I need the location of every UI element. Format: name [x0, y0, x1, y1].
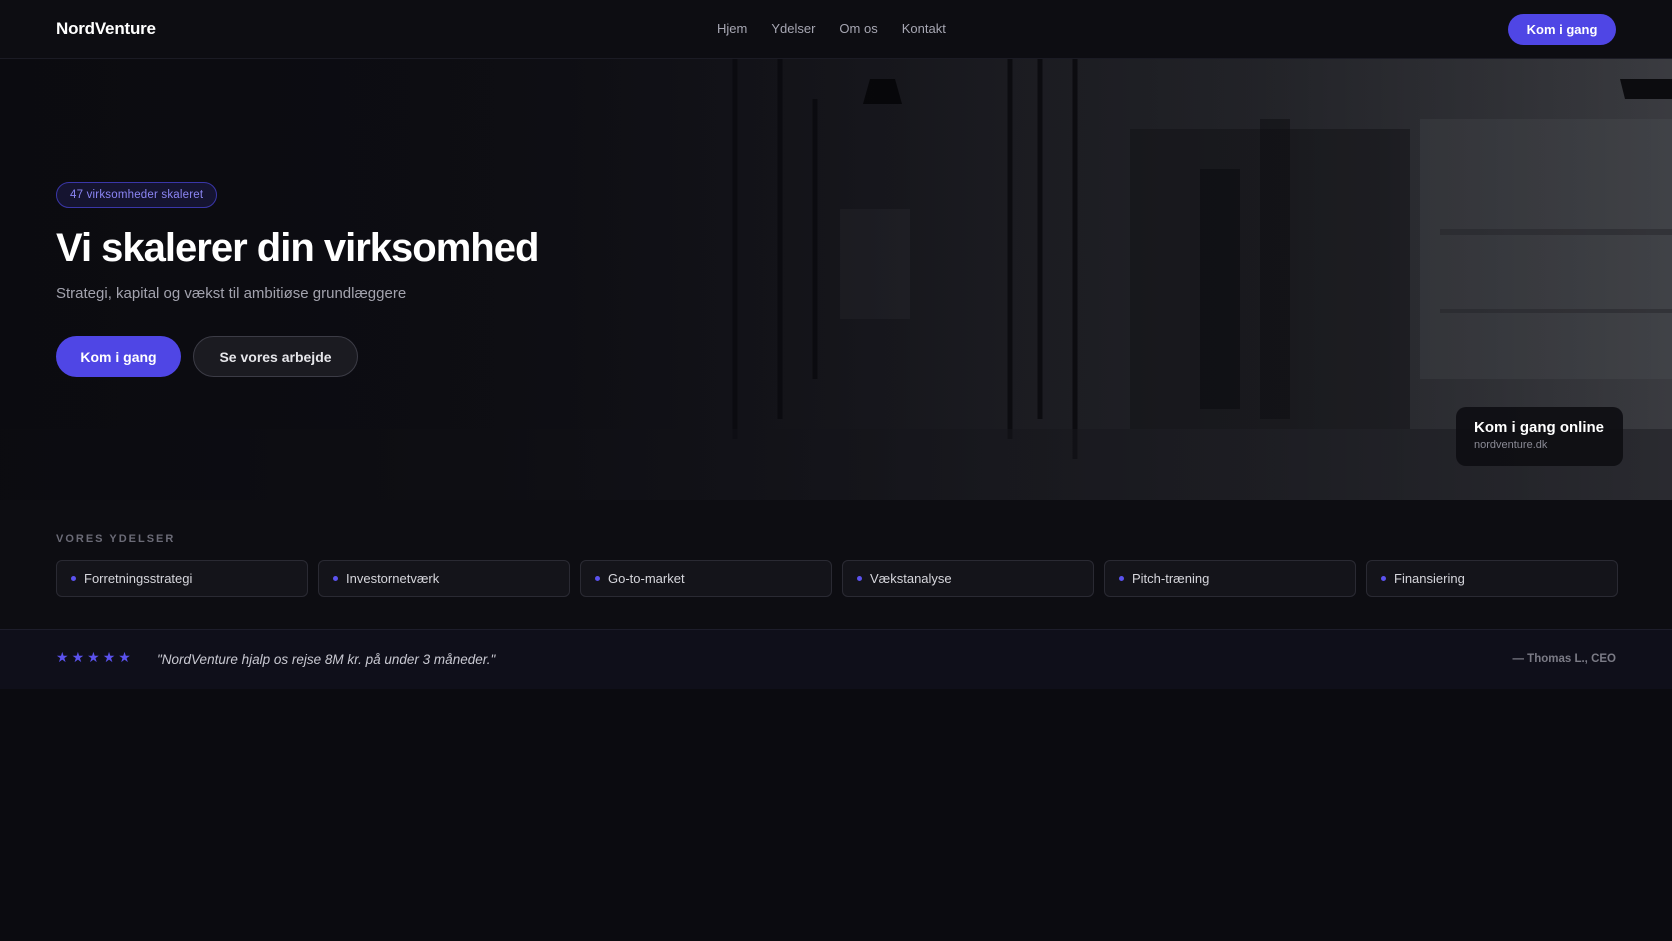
hero-secondary-button[interactable]: Se vores arbejde — [193, 336, 358, 377]
service-item[interactable]: Forretningsstrategi — [56, 560, 308, 597]
service-item[interactable]: Pitch-træning — [1104, 560, 1356, 597]
nav-link-hjem[interactable]: Hjem — [717, 21, 747, 36]
service-label: Finansiering — [1394, 571, 1465, 586]
bullet-dot-icon — [1119, 576, 1124, 581]
hero-subtitle: Strategi, kapital og vækst til ambitiøse… — [56, 285, 407, 302]
nav-link-om-os[interactable]: Om os — [839, 21, 877, 36]
testimonial-author: — Thomas L., CEO — [1512, 653, 1616, 665]
hero-primary-button[interactable]: Kom i gang — [56, 336, 181, 377]
service-label: Pitch-træning — [1132, 571, 1210, 586]
nav-cta-button[interactable]: Kom i gang — [1508, 14, 1616, 45]
bullet-dot-icon — [857, 576, 862, 581]
card-title: Kom i gang online — [1474, 419, 1604, 436]
nav-links: Hjem Ydelser Om os Kontakt — [717, 21, 946, 36]
card-url: nordventure.dk — [1474, 439, 1548, 451]
star-rating: ★ ★ ★ ★ ★ — [56, 650, 131, 664]
bullet-dot-icon — [595, 576, 600, 581]
services-list: Forretningsstrategi Investornetværk Go-t… — [56, 560, 1618, 597]
bullet-dot-icon — [333, 576, 338, 581]
brand-logo[interactable]: NordVenture — [56, 19, 156, 39]
star-icon: ★ — [71, 649, 85, 665]
star-icon: ★ — [102, 649, 116, 665]
testimonial-bar: ★ ★ ★ ★ ★ "NordVenture hjalp os rejse 8M… — [0, 629, 1672, 689]
star-icon: ★ — [87, 649, 100, 665]
nav-link-kontakt[interactable]: Kontakt — [902, 21, 946, 36]
service-item[interactable]: Go-to-market — [580, 560, 832, 597]
services-heading: VORES YDELSER — [56, 533, 176, 545]
star-icon: ★ — [56, 649, 69, 665]
nav-link-ydelser[interactable]: Ydelser — [771, 21, 815, 36]
services-section: VORES YDELSER Forretningsstrategi Invest… — [0, 500, 1672, 629]
get-started-online-card[interactable]: Kom i gang online nordventure.dk — [1456, 407, 1623, 466]
testimonial-quote: "NordVenture hjalp os rejse 8M kr. på un… — [157, 652, 496, 667]
hero-overlay — [0, 59, 1672, 500]
bullet-dot-icon — [71, 576, 76, 581]
hero-title: Vi skalerer din virksomhed — [56, 226, 539, 270]
service-item[interactable]: Vækstanalyse — [842, 560, 1094, 597]
service-item[interactable]: Investornetværk — [318, 560, 570, 597]
star-icon: ★ — [118, 649, 131, 665]
service-label: Go-to-market — [608, 571, 685, 586]
hero-section: 47 virksomheder skaleret Vi skalerer din… — [0, 59, 1672, 500]
service-label: Vækstanalyse — [870, 571, 952, 586]
top-navbar: NordVenture Hjem Ydelser Om os Kontakt K… — [0, 0, 1672, 59]
service-label: Forretningsstrategi — [84, 571, 193, 586]
service-item[interactable]: Finansiering — [1366, 560, 1618, 597]
bullet-dot-icon — [1381, 576, 1386, 581]
service-label: Investornetværk — [346, 571, 440, 586]
hero-badge: 47 virksomheder skaleret — [56, 182, 218, 208]
